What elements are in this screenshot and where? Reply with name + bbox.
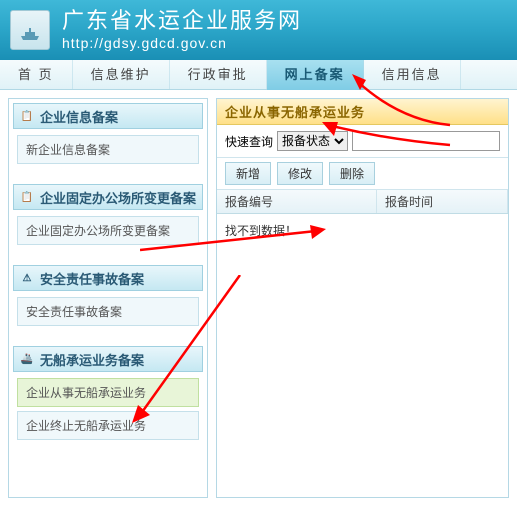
column-filing-no[interactable]: 报备编号 [217, 190, 377, 213]
panel-title: 无船承运业务备案 [40, 350, 144, 369]
panel-header-enterprise-info[interactable]: 📋 企业信息备案 [13, 103, 203, 129]
action-bar: 新增 修改 删除 [217, 158, 508, 190]
main-title: 企业从事无船承运业务 [217, 99, 508, 125]
add-button[interactable]: 新增 [225, 162, 271, 185]
sidebar-item-office-change[interactable]: 企业固定办公场所变更备案 [17, 216, 199, 245]
main-nav: 首 页 信息维护 行政审批 网上备案 信用信息 [0, 60, 517, 90]
sidebar: 📋 企业信息备案 新企业信息备案 📋 企业固定办公场所变更备案 企业固定办公场所… [8, 98, 208, 498]
nav-filing[interactable]: 网上备案 [267, 60, 364, 90]
warning-icon: ⚠ [20, 271, 34, 285]
sidebar-item-safety[interactable]: 安全责任事故备案 [17, 297, 199, 326]
panel-header-safety[interactable]: ⚠ 安全责任事故备案 [13, 265, 203, 291]
main-panel: 企业从事无船承运业务 快速查询 报备状态 新增 修改 删除 报备编号 报备时间 … [216, 98, 509, 498]
nav-info[interactable]: 信息维护 [73, 60, 170, 90]
panel-title: 企业固定办公场所变更备案 [40, 188, 196, 207]
sidebar-item-nvocc-terminate[interactable]: 企业终止无船承运业务 [17, 411, 199, 440]
app-header: 广东省水运企业服务网 http://gdsy.gdcd.gov.cn [0, 0, 517, 60]
ship-icon [18, 18, 42, 42]
column-filing-time[interactable]: 报备时间 [377, 190, 508, 213]
search-toolbar: 快速查询 报备状态 [217, 125, 508, 158]
clipboard-icon: 📋 [20, 190, 34, 204]
table-body: 找不到数据！ [217, 214, 508, 497]
delete-button[interactable]: 删除 [329, 162, 375, 185]
app-title: 广东省水运企业服务网 [62, 8, 302, 34]
quick-search-label: 快速查询 [225, 133, 273, 150]
panel-title: 安全责任事故备案 [40, 269, 144, 288]
sidebar-item-nvocc-engage[interactable]: 企业从事无船承运业务 [17, 378, 199, 407]
app-url: http://gdsy.gdcd.gov.cn [62, 35, 302, 52]
nav-approval[interactable]: 行政审批 [170, 60, 267, 90]
panel-header-nvocc[interactable]: 🚢 无船承运业务备案 [13, 346, 203, 372]
empty-message: 找不到数据！ [225, 224, 297, 238]
panel-header-office-change[interactable]: 📋 企业固定办公场所变更备案 [13, 184, 203, 210]
search-field-select[interactable]: 报备状态 [277, 131, 348, 151]
sidebar-item-new-enterprise[interactable]: 新企业信息备案 [17, 135, 199, 164]
ship-icon: 🚢 [20, 352, 34, 366]
panel-title: 企业信息备案 [40, 107, 118, 126]
edit-button[interactable]: 修改 [277, 162, 323, 185]
nav-home[interactable]: 首 页 [0, 60, 73, 90]
search-input[interactable] [352, 131, 500, 151]
app-logo [10, 10, 50, 50]
nav-credit[interactable]: 信用信息 [364, 60, 461, 90]
table-header: 报备编号 报备时间 [217, 190, 508, 214]
clipboard-icon: 📋 [20, 109, 34, 123]
